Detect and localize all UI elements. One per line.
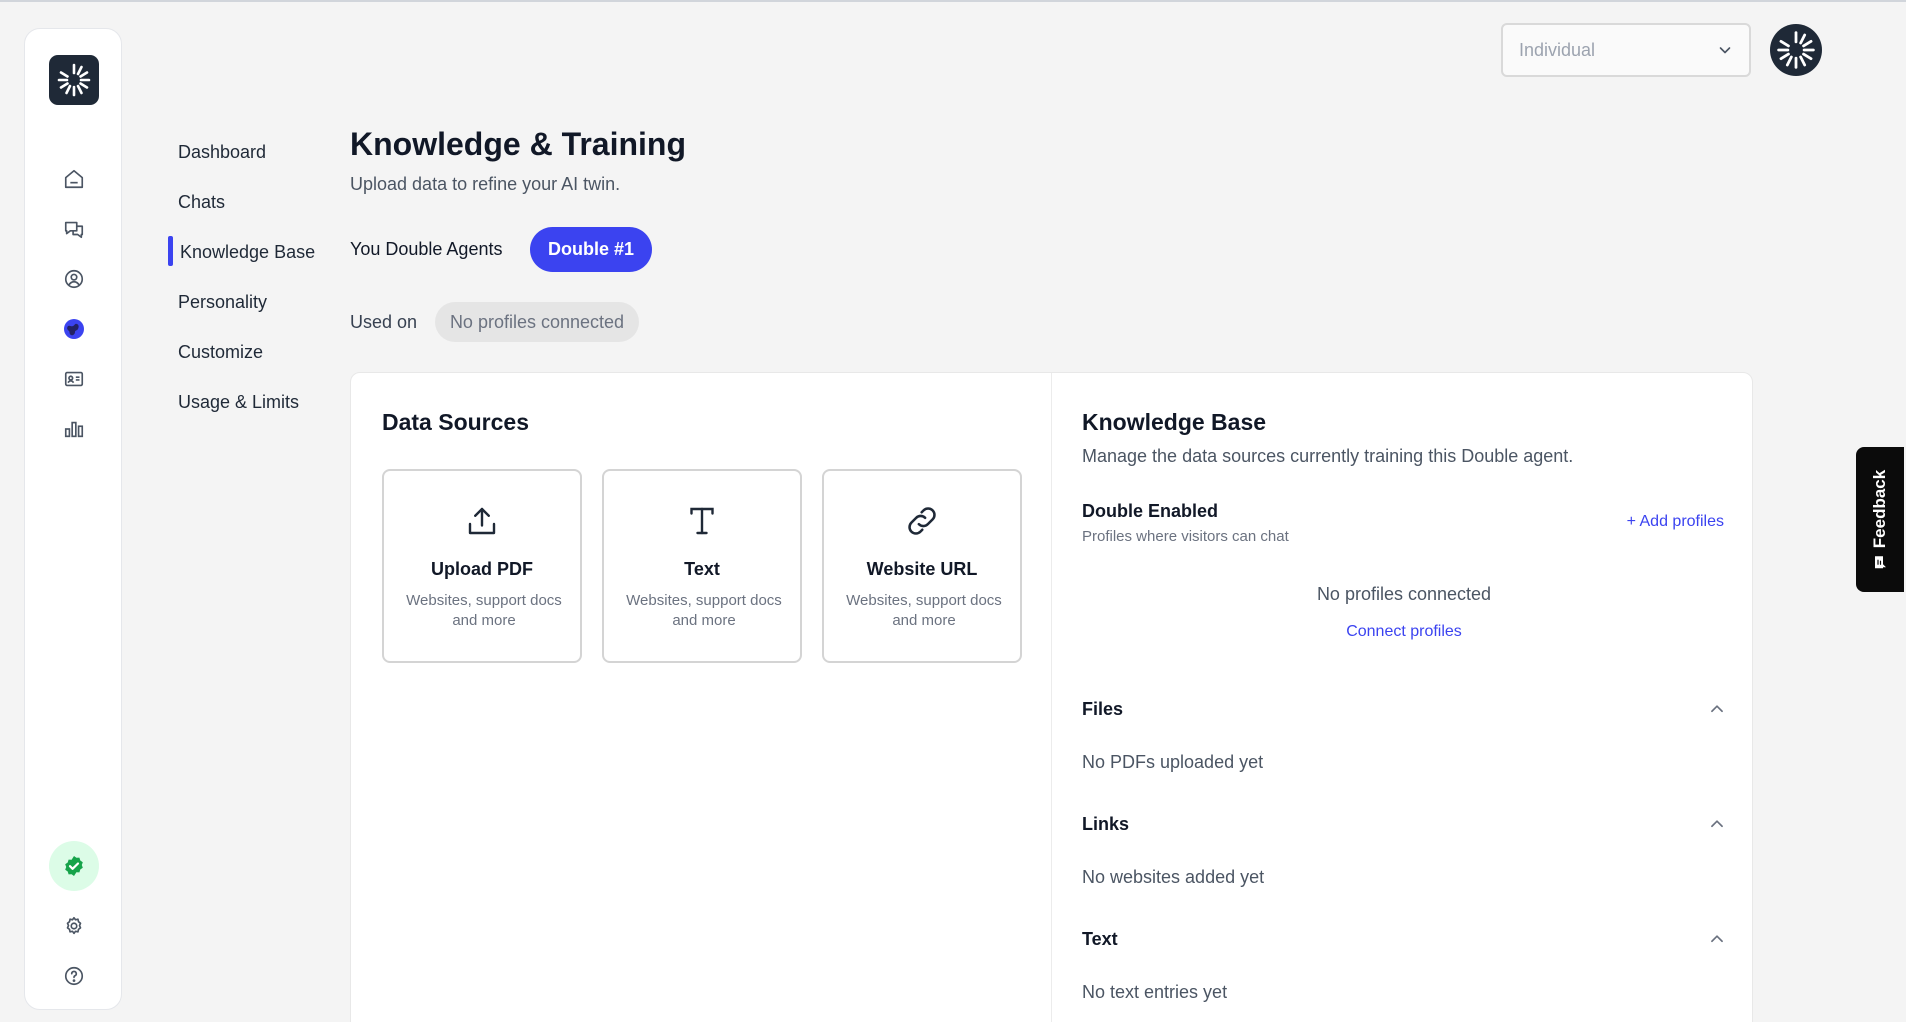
globe-icon[interactable]: [62, 317, 86, 341]
feedback-chat-icon: [1875, 555, 1886, 568]
active-indicator: [168, 236, 173, 266]
subnav-item-knowledge-base[interactable]: Knowledge Base: [180, 242, 315, 263]
link-icon: [824, 501, 1020, 541]
connect-profiles-link[interactable]: Connect profiles: [1082, 623, 1726, 641]
avatar-burst-icon: [1777, 31, 1815, 69]
subnav-item-personality[interactable]: Personality: [178, 292, 267, 313]
tile-description: Websites, support docs and more: [846, 592, 1002, 629]
text-section-header[interactable]: Text: [1082, 924, 1726, 954]
account-type-select[interactable]: Individual: [1501, 23, 1751, 77]
top-border: [0, 0, 1906, 2]
website-url-tile[interactable]: Website URL Websites, support docs and m…: [822, 469, 1022, 663]
chats-icon[interactable]: [62, 217, 86, 241]
bar-chart-icon[interactable]: [62, 417, 86, 441]
upload-icon: [384, 501, 580, 541]
double-enabled-subtitle: Profiles where visitors can chat: [1082, 528, 1289, 545]
id-card-icon[interactable]: [62, 367, 86, 391]
verified-badge-icon[interactable]: [49, 841, 99, 891]
chevron-up-icon: [1711, 935, 1723, 943]
settings-icon[interactable]: [62, 914, 86, 938]
text-empty-text: No text entries yet: [1082, 982, 1228, 1002]
section-title: Links: [1082, 813, 1130, 834]
subnav-item-dashboard[interactable]: Dashboard: [178, 142, 266, 163]
help-icon[interactable]: [62, 964, 86, 988]
knowledge-base-title: Knowledge Base: [1082, 409, 1267, 435]
profile-icon[interactable]: [62, 267, 86, 291]
chevron-down-icon: [1719, 47, 1731, 54]
subnav-item-customize[interactable]: Customize: [178, 342, 263, 363]
feedback-label: Feedback: [1870, 469, 1889, 548]
user-avatar[interactable]: [1770, 24, 1822, 76]
feedback-content: Feedback: [1870, 469, 1890, 569]
home-icon[interactable]: [62, 167, 86, 191]
double-enabled-title: Double Enabled: [1082, 501, 1219, 521]
files-empty-text: No PDFs uploaded yet: [1082, 752, 1264, 772]
files-section-header[interactable]: Files: [1082, 694, 1726, 724]
upload-pdf-tile[interactable]: Upload PDF Websites, support docs and mo…: [382, 469, 582, 663]
card-divider: [1051, 373, 1052, 1022]
knowledge-base-description: Manage the data sources currently traini…: [1082, 446, 1574, 466]
subnav-item-usage-limits[interactable]: Usage & Limits: [178, 392, 299, 413]
tile-title: Text: [684, 559, 720, 579]
agents-label: You Double Agents: [350, 239, 503, 259]
section-title: Files: [1082, 698, 1124, 719]
chevron-up-icon: [1711, 705, 1723, 713]
used-on-chip: No profiles connected: [435, 302, 639, 342]
text-icon: [604, 501, 800, 541]
logo-burst-icon: [57, 63, 91, 97]
agent-tab-double-1[interactable]: Double #1: [530, 227, 652, 272]
tile-title: Upload PDF: [431, 559, 533, 579]
icon-sidebar: [24, 28, 122, 1010]
links-empty-text: No websites added yet: [1082, 867, 1265, 887]
links-section-header[interactable]: Links: [1082, 809, 1726, 839]
chevron-up-icon: [1711, 820, 1723, 828]
tile-description: Websites, support docs and more: [406, 592, 562, 629]
knowledge-card: Data Sources Upload PDF Websites, suppor…: [350, 372, 1753, 1022]
feedback-tab[interactable]: Feedback: [1856, 447, 1904, 592]
page-title: Knowledge & Training: [350, 126, 687, 162]
used-on-label: Used on: [350, 312, 418, 332]
subnav-item-chats[interactable]: Chats: [178, 192, 225, 213]
text-tile[interactable]: Text Websites, support docs and more: [602, 469, 802, 663]
account-type-value: Individual: [1519, 39, 1596, 60]
tile-description: Websites, support docs and more: [626, 592, 782, 629]
tile-title: Website URL: [866, 559, 978, 579]
add-profiles-link[interactable]: + Add profiles: [1627, 513, 1724, 531]
no-profiles-text: No profiles connected: [1316, 584, 1492, 604]
data-sources-title: Data Sources: [382, 409, 530, 435]
section-title: Text: [1082, 928, 1118, 949]
page-subtitle: Upload data to refine your AI twin.: [350, 174, 621, 194]
app-logo[interactable]: [49, 55, 99, 105]
